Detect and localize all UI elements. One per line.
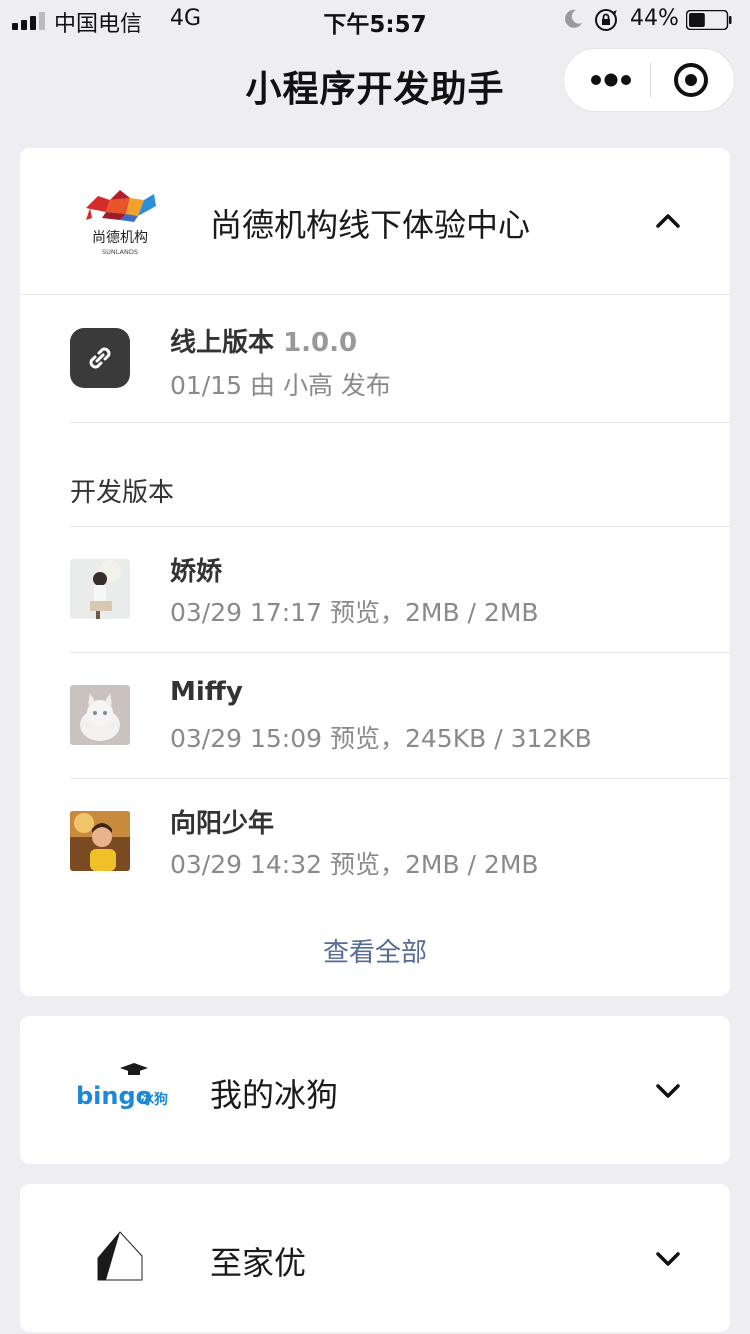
svg-text:SUNLANDS: SUNLANDS xyxy=(102,248,138,256)
dev-version-meta: 03/29 15:09 预览，245KB / 312KB xyxy=(170,724,592,753)
chevron-down-icon[interactable] xyxy=(650,1076,686,1106)
app-card-shangde: 尚德机构 SUNLANDS 尚德机构线下体验中心 线上版本 1.0.0 01/1… xyxy=(20,148,730,996)
avatar xyxy=(70,811,130,871)
dev-version-meta: 03/29 17:17 预览，2MB / 2MB xyxy=(170,598,539,627)
dev-version-name: 向阳少年 xyxy=(170,809,275,839)
dev-version-name: 娇娇 xyxy=(170,557,223,587)
chevron-up-icon[interactable] xyxy=(650,205,686,235)
zhijiayou-house-logo xyxy=(97,1231,143,1281)
cellular-signal-icon xyxy=(12,12,46,30)
app-card-header[interactable]: 至家优 xyxy=(20,1184,730,1332)
do-not-disturb-moon-icon xyxy=(565,9,582,28)
online-version-number: 1.0.0 xyxy=(283,328,358,358)
header-divider xyxy=(20,294,730,295)
bingo-logo: bingo 冰狗 xyxy=(76,1063,168,1110)
app-card-header[interactable]: 尚德机构 SUNLANDS 尚德机构线下体验中心 xyxy=(20,148,730,294)
link-icon xyxy=(89,347,111,369)
dev-version-row[interactable]: 向阳少年 03/29 14:32 预览，2MB / 2MB xyxy=(70,779,730,905)
svg-text:冰狗: 冰狗 xyxy=(140,1091,168,1108)
avatar xyxy=(70,559,130,619)
app-name: 至家优 xyxy=(210,1244,307,1282)
online-divider xyxy=(70,422,730,423)
carrier-name: 中国电信 xyxy=(54,12,143,37)
dev-version-row[interactable]: Miffy 03/29 15:09 预览，245KB / 312KB xyxy=(70,653,730,779)
online-version-subtitle: 01/15 由 小高 发布 xyxy=(170,371,391,400)
online-version-label: 线上版本 xyxy=(170,328,275,358)
dev-version-meta: 03/29 14:32 预览，2MB / 2MB xyxy=(170,850,539,879)
capsule-divider xyxy=(650,63,651,97)
app-card-zhijiayou: 至家优 xyxy=(20,1184,730,1332)
chevron-down-icon[interactable] xyxy=(650,1244,686,1274)
target-close-icon[interactable] xyxy=(660,49,730,111)
battery-icon xyxy=(686,10,732,30)
app-card-header[interactable]: bingo 冰狗 我的冰狗 xyxy=(20,1016,730,1164)
rotation-lock-icon xyxy=(595,9,617,31)
status-bar: 中国电信 4G 下午5:57 44% xyxy=(0,0,750,42)
battery-percent: 44% xyxy=(630,6,679,31)
app-name: 我的冰狗 xyxy=(210,1076,339,1114)
more-dots-icon[interactable] xyxy=(580,49,650,111)
link-badge xyxy=(70,328,130,388)
dev-versions-heading: 开发版本 xyxy=(70,478,175,508)
app-name: 尚德机构线下体验中心 xyxy=(210,206,531,244)
app-card-bingo: bingo 冰狗 我的冰狗 xyxy=(20,1016,730,1164)
network-type: 4G xyxy=(170,6,202,31)
svg-text:尚德机构: 尚德机构 xyxy=(92,230,148,246)
online-version-title: 线上版本 1.0.0 xyxy=(170,322,357,359)
mini-program-capsule xyxy=(563,48,735,112)
shangde-logo: 尚德机构 SUNLANDS xyxy=(86,190,156,256)
dev-version-name: Miffy xyxy=(170,677,243,707)
dev-version-row[interactable]: 娇娇 03/29 17:17 预览，2MB / 2MB xyxy=(70,527,730,653)
avatar xyxy=(70,685,130,745)
view-all-link[interactable]: 查看全部 xyxy=(20,932,730,969)
